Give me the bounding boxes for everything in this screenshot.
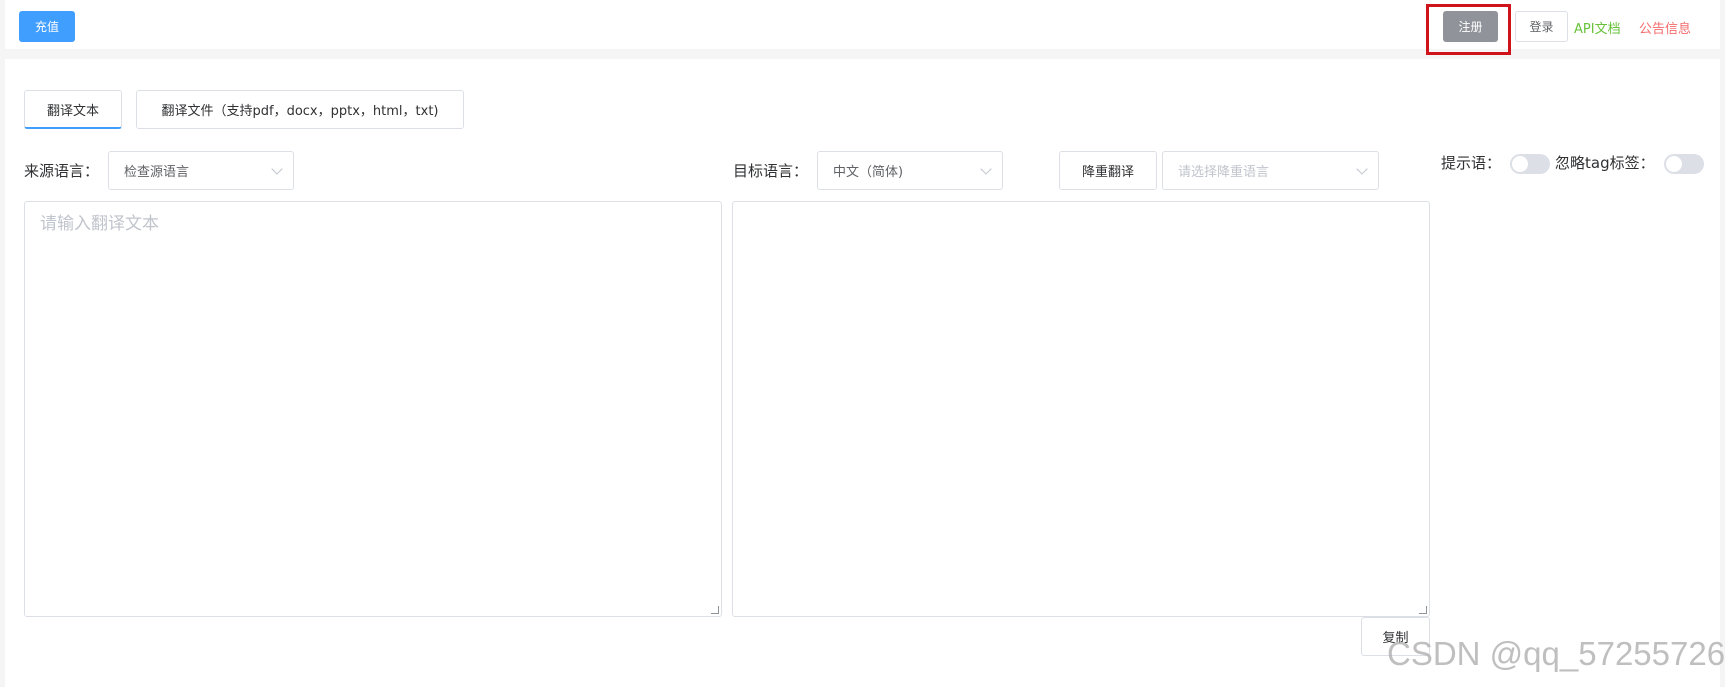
chevron-down-icon (1356, 163, 1368, 175)
degrade-translate-button[interactable]: 降重翻译 (1059, 151, 1157, 190)
highlight-annotation-box (1426, 4, 1511, 55)
recharge-button[interactable]: 充值 (19, 11, 75, 42)
chevron-down-icon (271, 163, 283, 175)
api-docs-link[interactable]: API文档 (1574, 18, 1621, 37)
watermark: CSDN @qq_57255726 (1387, 635, 1725, 672)
tab-translate-text[interactable]: 翻译文本 (24, 90, 122, 129)
tab-translate-file[interactable]: 翻译文件（支持pdf，docx，pptx，html，txt) (136, 90, 464, 129)
source-text-placeholder: 请输入翻译文本 (40, 214, 159, 234)
target-language-label: 目标语言： (733, 162, 809, 180)
ignore-tag-label: 忽略tag标签： (1555, 154, 1655, 172)
prompt-toggle[interactable] (1510, 154, 1550, 174)
source-language-select[interactable]: 检查源语言 (108, 151, 294, 190)
resize-handle-icon[interactable] (711, 606, 719, 614)
notice-link[interactable]: 公告信息 (1639, 18, 1691, 37)
toggle-knob (1666, 156, 1682, 172)
main-panel: 翻译文本 翻译文件（支持pdf，docx，pptx，html，txt) 来源语言… (5, 59, 1720, 687)
prompt-label: 提示语： (1441, 154, 1502, 172)
target-language-value: 中文（简体) (833, 165, 904, 180)
degrade-language-select[interactable]: 请选择降重语言 (1162, 151, 1379, 190)
ignore-tag-toggle[interactable] (1664, 154, 1704, 174)
login-button[interactable]: 登录 (1515, 11, 1568, 42)
source-language-label: 来源语言： (24, 162, 100, 180)
target-text-output[interactable] (732, 201, 1430, 617)
resize-handle-icon[interactable] (1419, 606, 1427, 614)
target-language-select[interactable]: 中文（简体) (817, 151, 1003, 190)
degrade-language-placeholder: 请选择降重语言 (1178, 165, 1270, 180)
chevron-down-icon (980, 163, 992, 175)
source-text-input[interactable]: 请输入翻译文本 (24, 201, 722, 617)
toggle-knob (1512, 156, 1528, 172)
source-language-value: 检查源语言 (124, 165, 190, 180)
